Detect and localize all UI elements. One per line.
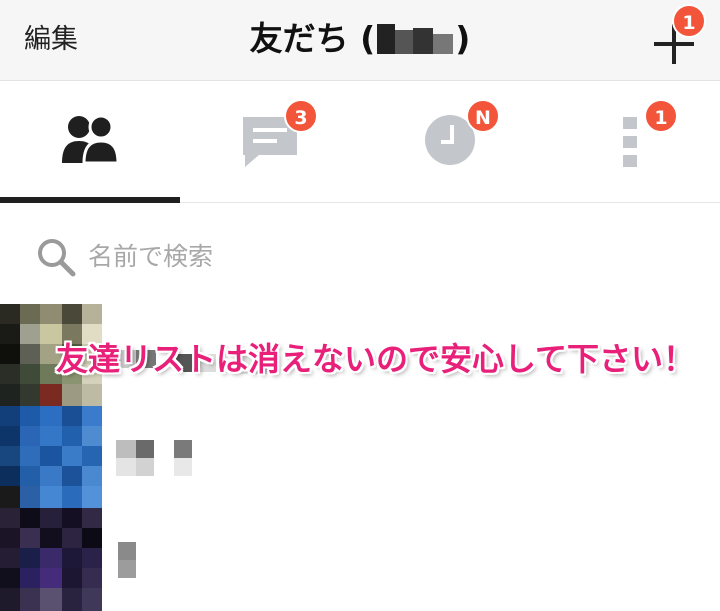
tab-timeline[interactable]: N (360, 81, 540, 202)
annotation-caption: 友達リストは消えないので安心して下さい！ (56, 340, 696, 378)
search-input[interactable] (86, 235, 690, 277)
friend-row[interactable] (0, 508, 720, 611)
friend-name-mosaic (116, 440, 192, 476)
friend-name-mosaic (118, 542, 136, 578)
add-friend-badge: 1 (672, 4, 706, 38)
more-badge: 1 (644, 99, 678, 133)
search-icon (38, 239, 76, 277)
top-header: 編集 友だち () 1 (0, 0, 720, 81)
friend-row[interactable] (0, 406, 720, 509)
page-title-close: ) (455, 19, 471, 58)
timeline-badge: N (466, 99, 500, 133)
friend-count-mosaic (377, 24, 454, 54)
more-icon (623, 117, 637, 167)
avatar (0, 406, 102, 508)
page-title-text: 友だち ( (249, 19, 376, 58)
tab-friends[interactable] (0, 81, 180, 203)
tab-more[interactable]: 1 (540, 81, 720, 202)
tab-chats[interactable]: 3 (180, 81, 360, 202)
page-title: 友だち () (0, 18, 720, 60)
avatar (0, 508, 102, 611)
tab-bar: 3 N 1 (0, 81, 720, 203)
friends-icon (62, 114, 120, 165)
search-bar (0, 203, 720, 308)
chats-badge: 3 (284, 99, 318, 133)
